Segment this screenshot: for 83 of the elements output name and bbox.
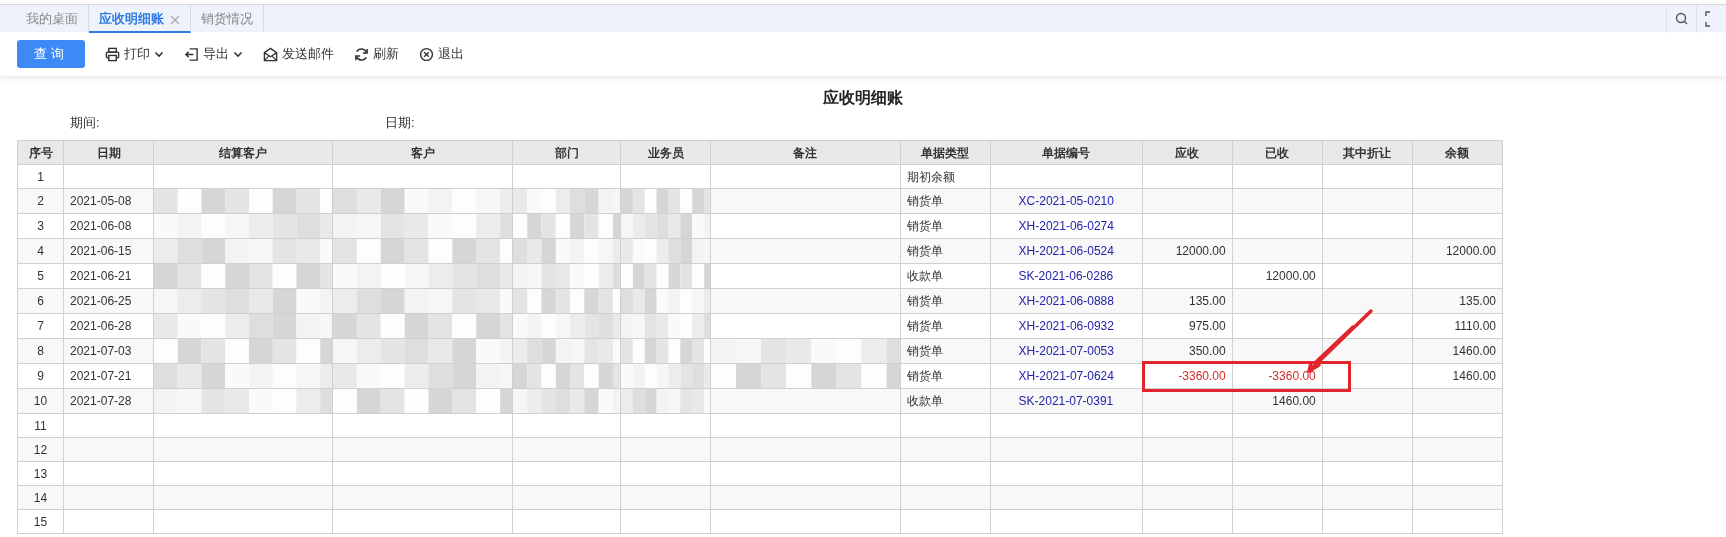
date-cell: 2021-07-21 <box>63 363 154 389</box>
doc-type-cell: 销货单 <box>900 188 991 214</box>
doc-type-cell: 销货单 <box>900 238 991 264</box>
document-link[interactable]: XH-2021-06-0932 <box>990 313 1143 339</box>
search-icon <box>1673 11 1690 27</box>
row-number: 2 <box>17 188 64 214</box>
doc-type-cell: 销货单 <box>900 363 991 389</box>
doc-type-cell: 销货单 <box>900 213 991 239</box>
date-cell: 2021-06-25 <box>63 288 154 314</box>
row-number: 7 <box>17 313 64 339</box>
document-link[interactable]: XH-2021-06-0524 <box>990 238 1143 264</box>
date-cell: 2021-05-08 <box>63 188 154 214</box>
period-label: 期间: <box>70 114 101 133</box>
document-link[interactable]: SK-2021-07-0391 <box>990 388 1143 414</box>
date-cell: 2021-06-08 <box>63 213 154 239</box>
row-number: 5 <box>17 263 64 289</box>
caret-icon <box>154 50 164 58</box>
document-link[interactable]: XH-2021-07-0053 <box>990 338 1143 364</box>
refresh-button[interactable]: 刷新 <box>354 44 399 64</box>
column-header: 序号 <box>17 140 64 165</box>
doc-type-cell: 销货单 <box>900 338 991 364</box>
row-number: 12 <box>17 437 64 462</box>
refresh-icon <box>354 46 369 62</box>
date-cell: 2021-06-15 <box>63 238 154 264</box>
exit-button[interactable]: 退出 <box>419 44 464 64</box>
column-header: 单据类型 <box>900 140 991 165</box>
mail-button[interactable]: 发送邮件 <box>263 44 334 64</box>
amount-cell: 1110.00 <box>1412 313 1503 339</box>
print-button[interactable]: 打印 <box>105 44 164 64</box>
document-link[interactable]: XH-2021-06-0888 <box>990 288 1143 314</box>
amount-cell: 12000.00 <box>1142 238 1233 264</box>
row-number: 3 <box>17 213 64 239</box>
column-header: 部门 <box>512 140 621 165</box>
row-number: 4 <box>17 238 64 264</box>
row-number: 15 <box>17 509 64 534</box>
doc-type-cell: 收款单 <box>900 388 991 414</box>
row-number: 14 <box>17 485 64 510</box>
row-number: 1 <box>17 164 64 189</box>
date-cell: 2021-06-21 <box>63 263 154 289</box>
row-number: 8 <box>17 338 64 364</box>
date-cell: 2021-06-28 <box>63 313 154 339</box>
column-header: 已收 <box>1232 140 1323 165</box>
document-link[interactable]: XC-2021-05-0210 <box>990 188 1143 214</box>
row-number: 6 <box>17 288 64 314</box>
fullscreen-icon <box>1705 11 1711 27</box>
doc-type-cell: 收款单 <box>900 263 991 289</box>
column-header: 单据编号 <box>990 140 1143 165</box>
amount-cell: 135.00 <box>1412 288 1503 314</box>
document-link[interactable]: XH-2021-06-0274 <box>990 213 1143 239</box>
row-number: 9 <box>17 363 64 389</box>
column-header: 余额 <box>1412 140 1503 165</box>
close-icon[interactable] <box>170 14 180 25</box>
column-header: 应收 <box>1142 140 1233 165</box>
amount-cell: 135.00 <box>1142 288 1233 314</box>
export-button[interactable]: 导出 <box>184 44 243 64</box>
date-label: 日期: <box>385 114 415 133</box>
column-header: 结算客户 <box>153 140 333 165</box>
doc-type-cell: 期初余额 <box>900 164 991 189</box>
caret-icon <box>233 50 243 58</box>
export-icon <box>184 46 199 62</box>
date-cell: 2021-07-03 <box>63 338 154 364</box>
doc-type-cell: 销货单 <box>900 288 991 314</box>
amount-cell: 1460.00 <box>1412 363 1503 389</box>
column-header: 备注 <box>710 140 900 165</box>
row-number: 11 <box>17 413 64 438</box>
column-header: 日期 <box>63 140 154 165</box>
row-number: 13 <box>17 461 64 486</box>
amount-cell: 12000.00 <box>1412 238 1503 264</box>
tab[interactable]: 应收明细账 <box>89 5 191 33</box>
column-header: 客户 <box>332 140 513 165</box>
envelope-icon <box>263 46 278 62</box>
document-link[interactable]: SK-2021-06-0286 <box>990 263 1143 289</box>
printer-icon <box>105 46 120 62</box>
column-header: 业务员 <box>620 140 711 165</box>
close-circle-icon <box>419 46 434 62</box>
doc-type-cell: 销货单 <box>900 313 991 339</box>
column-header: 其中折让 <box>1322 140 1413 165</box>
row-number: 10 <box>17 388 64 414</box>
report-title: 应收明细账 <box>823 89 903 106</box>
date-cell: 2021-07-28 <box>63 388 154 414</box>
amount-cell: 12000.00 <box>1232 263 1323 289</box>
amount-cell: 1460.00 <box>1412 338 1503 364</box>
amount-cell: 975.00 <box>1142 313 1233 339</box>
